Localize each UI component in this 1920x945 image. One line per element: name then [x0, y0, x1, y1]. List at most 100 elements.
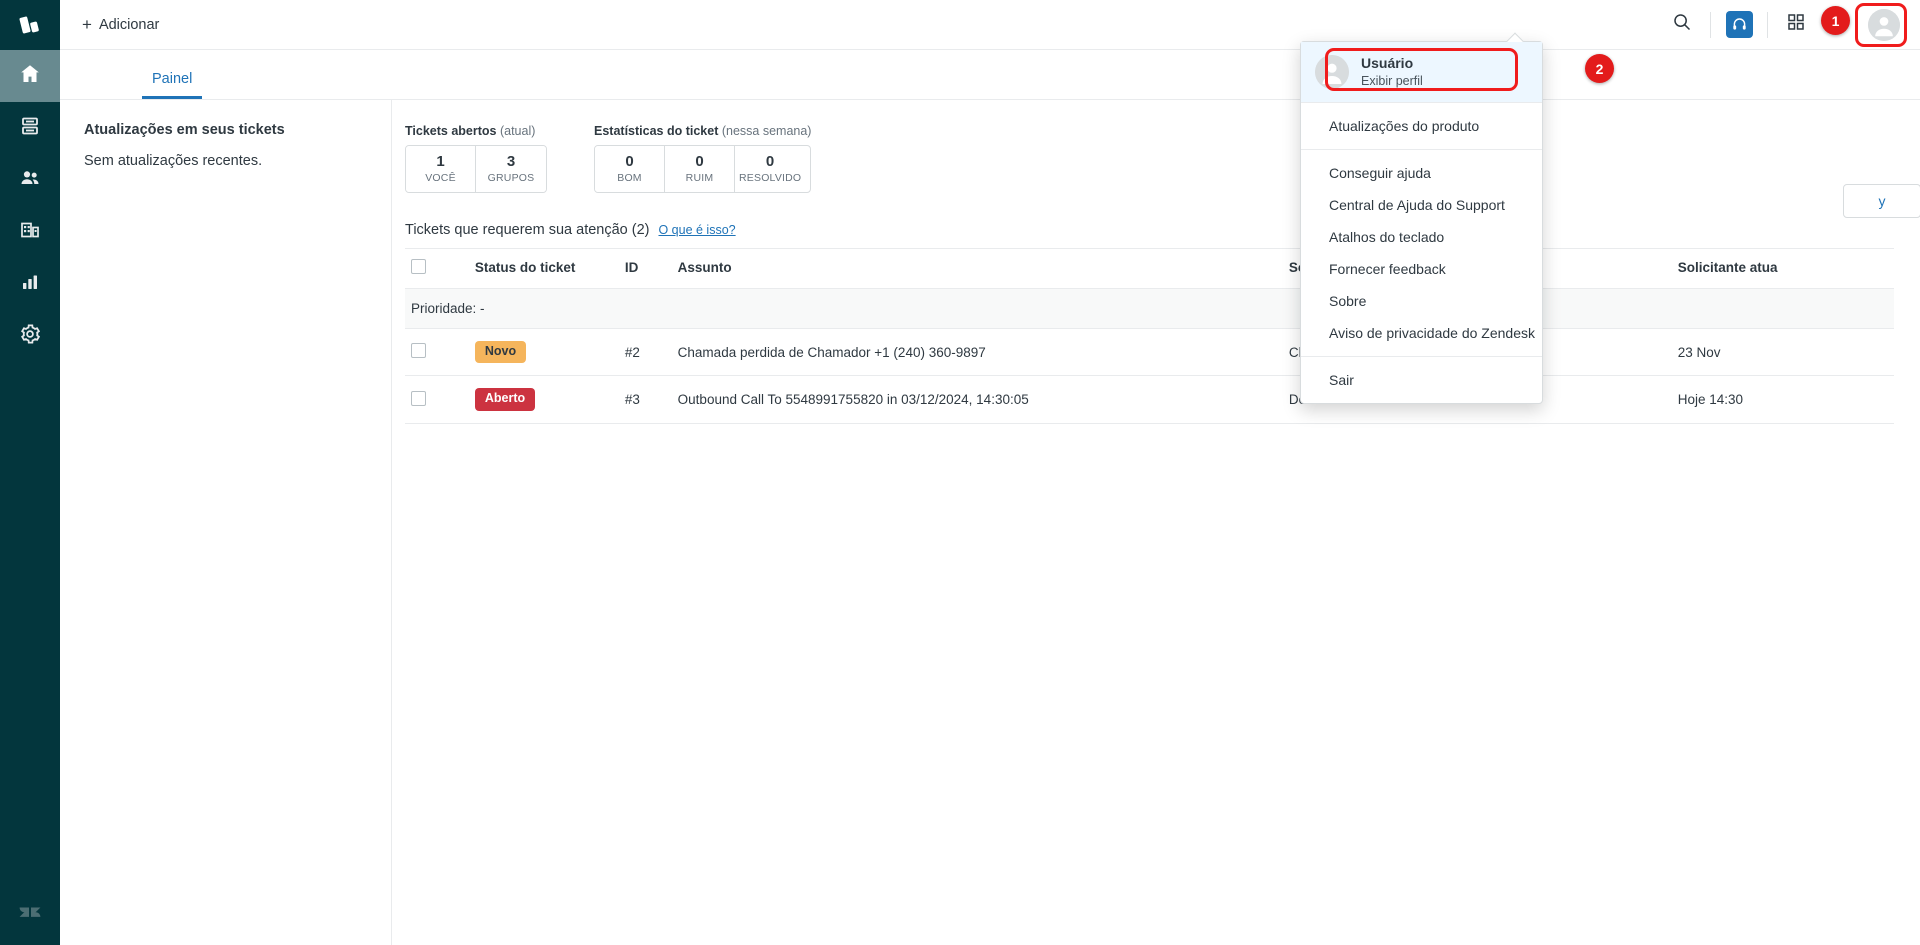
tab-painel[interactable]: Painel: [142, 71, 203, 99]
stat-value: 0: [625, 153, 634, 170]
menu-item-support-help-center[interactable]: Central de Ajuda do Support: [1301, 189, 1542, 221]
talk-button[interactable]: [1717, 5, 1761, 45]
tickets-table-head: Status do ticket ID Assunto Solicitante …: [405, 247, 1894, 289]
stat-label: BOM: [617, 171, 642, 184]
add-button[interactable]: + Adicionar: [74, 11, 167, 38]
table-header-row: Status do ticket ID Assunto Solicitante …: [405, 247, 1894, 289]
grid-apps-icon: [1787, 13, 1805, 36]
menu-item-sign-out[interactable]: Sair: [1301, 364, 1542, 396]
stat-boxes: 0 BOM 0 RUIM 0 RESOLVIDO: [594, 145, 812, 193]
menu-profile-subtitle: Exibir perfil: [1361, 73, 1423, 88]
column-header-subject[interactable]: Assunto: [671, 247, 1283, 289]
product-rail: [0, 0, 60, 945]
views-stack-icon: [18, 114, 42, 143]
top-bar-actions: ?: [1660, 3, 1920, 47]
row-id: #3: [618, 375, 672, 424]
user-avatar-button[interactable]: [1862, 3, 1906, 47]
select-all-header: [405, 247, 469, 289]
stat-value: 0: [765, 153, 775, 170]
updates-panel-empty-text: Sem atualizações recentes.: [84, 153, 263, 169]
stat-cell-bom[interactable]: 0 BOM: [595, 146, 665, 192]
stat-value: 3: [506, 153, 516, 170]
menu-section-help: Conseguir ajuda Central de Ajuda do Supp…: [1301, 150, 1542, 357]
sidebar-item-organizations[interactable]: [0, 206, 60, 258]
status-badge: Aberto: [474, 388, 536, 411]
stat-label: GRUPOS: [487, 171, 535, 184]
stat-cell-ruim[interactable]: 0 RUIM: [665, 146, 735, 192]
stat-label: RESOLVIDO: [739, 171, 802, 184]
menu-section-product: Atualizações do produto: [1301, 103, 1542, 150]
annotation-marker-1: 1: [1821, 6, 1850, 35]
menu-item-give-feedback[interactable]: Fornecer feedback: [1301, 253, 1542, 285]
menu-item-about[interactable]: Sobre: [1301, 285, 1542, 317]
table-row[interactable]: Novo #2 Chamada perdida de Chamador +1 (…: [405, 328, 1894, 377]
annotation-marker-2: 2: [1585, 54, 1614, 83]
play-button[interactable]: y: [1843, 184, 1920, 218]
stat-group-open-tickets: Tickets abertos (atual) 1 VOCÊ 3 GRUPOS: [405, 124, 547, 193]
menu-item-get-help[interactable]: Conseguir ajuda: [1301, 157, 1542, 189]
bar-chart-icon: [18, 270, 42, 299]
zendesk-products-logo-icon[interactable]: [0, 0, 60, 50]
stat-group-title: Tickets abertos: [405, 124, 497, 138]
search-button[interactable]: [1660, 5, 1704, 45]
stat-cell-voce[interactable]: 1 VOCÊ: [406, 146, 476, 192]
add-button-label: Adicionar: [98, 16, 160, 33]
stat-group-subtitle: (atual): [499, 124, 536, 138]
menu-item-keyboard-shortcuts[interactable]: Atalhos do teclado: [1301, 221, 1542, 253]
sidebar-item-home[interactable]: [0, 50, 60, 102]
menu-profile-name: Usuário: [1361, 55, 1414, 71]
stat-cell-resolvido[interactable]: 0 RESOLVIDO: [735, 146, 805, 192]
column-header-id[interactable]: ID: [618, 247, 672, 289]
row-subject[interactable]: Outbound Call To 5548991755820 in 03/12/…: [671, 375, 1283, 424]
sidebar-item-customers[interactable]: [0, 154, 60, 206]
search-icon: [1672, 12, 1692, 37]
stat-group-title: Estatísticas do ticket: [594, 124, 719, 138]
column-header-requester-updated[interactable]: Solicitante atua: [1671, 247, 1894, 289]
menu-profile-text: Usuário Exibir perfil: [1361, 54, 1423, 90]
row-subject[interactable]: Chamada perdida de Chamador +1 (240) 360…: [671, 328, 1283, 377]
stat-group-ticket-statistics: Estatísticas do ticket (nessa semana) 0 …: [594, 124, 812, 193]
divider: [1710, 11, 1711, 38]
rail-nav: [0, 50, 60, 362]
select-all-checkbox[interactable]: [411, 258, 426, 274]
stat-cell-grupos[interactable]: 3 GRUPOS: [476, 146, 546, 192]
menu-item-view-profile[interactable]: Usuário Exibir perfil: [1301, 42, 1542, 103]
menu-item-product-updates[interactable]: Atualizações do produto: [1301, 110, 1542, 142]
stat-group-subtitle: (nessa semana): [721, 124, 812, 138]
apps-button[interactable]: [1774, 5, 1818, 45]
tickets-table-body: Prioridade: - Novo #2 Chamada perdida de…: [405, 288, 1894, 424]
top-bar: + Adicionar: [60, 0, 1920, 50]
updates-panel: Atualizações em seus tickets Sem atualiz…: [60, 100, 392, 945]
group-row-priority: Prioridade: -: [405, 288, 1894, 329]
column-header-status[interactable]: Status do ticket: [468, 247, 619, 289]
row-checkbox[interactable]: [411, 343, 426, 359]
zendesk-logo-icon: [0, 879, 60, 945]
plus-icon: +: [82, 15, 92, 34]
sidebar-item-admin[interactable]: [0, 310, 60, 362]
menu-item-privacy-notice[interactable]: Aviso de privacidade do Zendesk: [1301, 317, 1542, 349]
group-row-label: Prioridade: -: [405, 288, 1894, 329]
stats-row: Tickets abertos (atual) 1 VOCÊ 3 GRUPOS: [405, 124, 1894, 193]
home-icon: [18, 62, 42, 91]
row-updated: Hoje 14:30: [1671, 375, 1894, 424]
row-updated: 23 Nov: [1671, 328, 1894, 377]
attention-header: Tickets que requerem sua atenção (2) O q…: [405, 222, 1894, 238]
stat-boxes: 1 VOCÊ 3 GRUPOS: [405, 145, 547, 193]
attention-title: Tickets que requerem sua atenção (2): [405, 221, 650, 238]
dashboard-main: Tickets abertos (atual) 1 VOCÊ 3 GRUPOS: [392, 100, 1920, 945]
row-checkbox[interactable]: [411, 390, 426, 406]
stat-group-label: Tickets abertos (atual): [405, 124, 547, 138]
row-id: #2: [618, 328, 672, 377]
sidebar-item-views[interactable]: [0, 102, 60, 154]
stat-label: RUIM: [685, 171, 714, 184]
avatar: [1868, 8, 1900, 41]
avatar: [1315, 54, 1349, 89]
menu-section-signout: Sair: [1301, 357, 1542, 403]
table-row[interactable]: Aberto #3 Outbound Call To 5548991755820…: [405, 375, 1894, 424]
row-select-cell: [405, 328, 469, 377]
attention-help-link[interactable]: O que é isso?: [658, 223, 735, 237]
row-status-cell: Novo: [468, 328, 619, 377]
stat-value: 1: [436, 153, 445, 170]
sidebar-item-reporting[interactable]: [0, 258, 60, 310]
tickets-table: Status do ticket ID Assunto Solicitante …: [405, 247, 1894, 424]
